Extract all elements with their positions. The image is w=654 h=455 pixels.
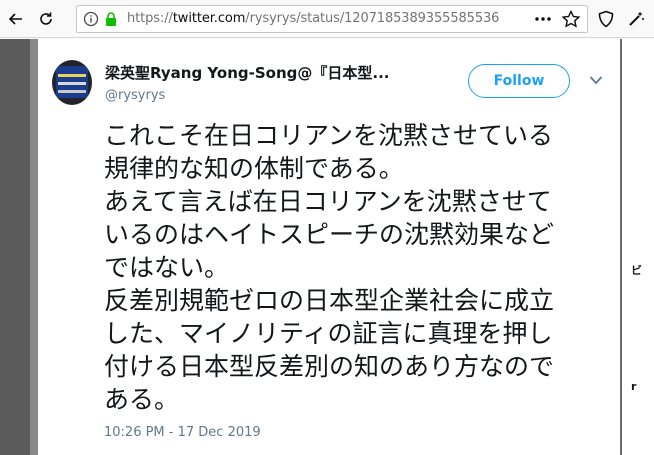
tweet-text-line: した、マイノリティの証言に真理を押し	[104, 319, 553, 348]
shield-icon	[598, 10, 614, 28]
tracking-protection-button[interactable]	[592, 5, 620, 33]
tweet-text-line: 反差別規範ゼロの日本型企業社会に成立	[104, 286, 555, 315]
author-name[interactable]: 梁英聖Ryang Yong-Song@『日本型...	[105, 62, 389, 83]
extension-button[interactable]	[622, 5, 650, 33]
avatar[interactable]	[52, 60, 92, 105]
tweet-text-line: これこそ在日コリアンを沈黙させている	[104, 121, 554, 150]
browser-toolbar: https://twitter.com/rysyrys/status/12071…	[0, 0, 654, 38]
info-icon[interactable]	[83, 11, 99, 27]
side-fragment-2: r	[631, 380, 637, 393]
side-fragment-1: ビ	[631, 264, 642, 277]
url-scheme: https://	[127, 11, 173, 26]
back-button[interactable]	[2, 5, 30, 33]
reload-button[interactable]	[32, 5, 60, 33]
chevron-down-icon[interactable]	[589, 75, 603, 85]
lock-icon[interactable]	[103, 11, 119, 27]
more-actions-icon[interactable]	[533, 10, 553, 28]
avatar-detail	[58, 82, 86, 85]
bookmark-star-icon[interactable]	[561, 10, 581, 28]
url-path: /rysyrys/status/1207185389355585536	[245, 11, 500, 26]
tweet-text-line: 規律的な知の体制である。	[104, 154, 404, 183]
arrow-left-icon	[8, 13, 22, 25]
tweet-text-line: 付ける日本型反差別の知のあり方なので	[104, 352, 555, 381]
url-host: twitter.com	[172, 11, 246, 26]
tweet-card: 梁英聖Ryang Yong-Song@『日本型... @rysyrys Foll…	[38, 39, 620, 455]
left-page-edge	[0, 39, 30, 455]
magic-wand-icon	[629, 11, 644, 26]
tweet-timestamp[interactable]: 10:26 PM - 17 Dec 2019	[104, 425, 261, 440]
address-bar[interactable]: https://twitter.com/rysyrys/status/12071…	[76, 5, 588, 33]
tweet-text-line: あえて言えば在日コリアンを沈黙させて	[104, 187, 552, 216]
tweet-text: これこそ在日コリアンを沈黙させている 規律的な知の体制である。 あえて言えば在日…	[104, 119, 604, 416]
author-handle[interactable]: @rysyrys	[105, 88, 165, 103]
follow-button[interactable]: Follow	[468, 64, 570, 98]
tweet-text-line: ある。	[104, 385, 180, 414]
avatar-detail	[58, 74, 86, 77]
tweet-text-line: ではない。	[104, 253, 230, 282]
avatar-detail	[58, 90, 86, 93]
tweet-text-line: いるのはヘイトスピーチの沈黙効果など	[104, 220, 555, 249]
reload-icon	[40, 12, 52, 25]
right-page-edge	[622, 39, 654, 455]
url-text[interactable]: https://twitter.com/rysyrys/status/12071…	[127, 11, 499, 26]
